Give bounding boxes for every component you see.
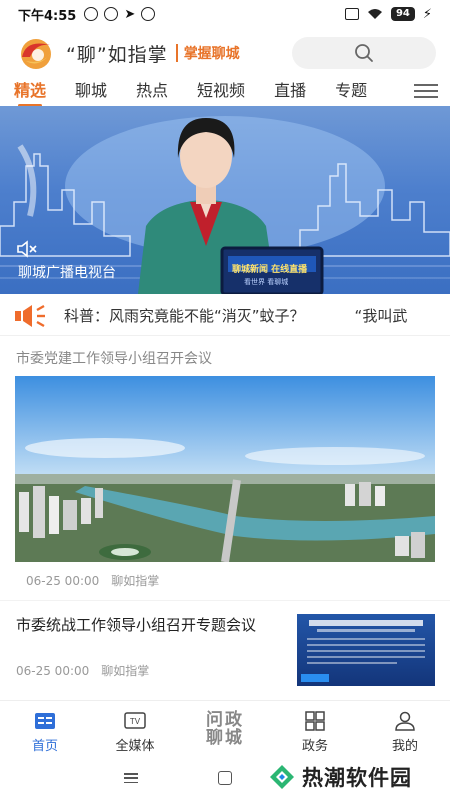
svg-text:TV: TV (130, 717, 141, 726)
article-source: 聊如指掌 (101, 664, 150, 678)
nav-label: 首页 (31, 739, 58, 754)
article-meta: 06-25 00:00 聊如指掌 (26, 572, 159, 589)
tab-hot[interactable]: 热点 (136, 79, 168, 105)
watermark-text: 热潮软件园 (302, 766, 412, 790)
status-notification-icons: ➤ (84, 6, 156, 22)
nav-center-line: 问政 (206, 709, 244, 730)
bottom-navigation: 首页 TV 全媒体 问政 聊城 政务 我的 (0, 700, 450, 756)
app-slogan: 掌握聊城 (183, 46, 240, 62)
app-header: “聊”如指掌 掌握聊城 (0, 30, 450, 76)
wifi-icon (367, 9, 382, 19)
ticker-headline[interactable]: 科普：风雨究竟能不能“消灭”蚊子？ (64, 305, 305, 326)
article-date: 06-25 00:00 (26, 574, 100, 588)
article-date: 06-25 00:00 (16, 664, 90, 678)
nav-label: 政务 (301, 739, 328, 754)
news-icon (35, 713, 55, 729)
live-video-banner[interactable]: 聊城新闻 在线直播 看世界 看聊城 聊城广播电视台 (0, 106, 450, 294)
menu-icon (414, 84, 438, 86)
city-aerial-photo (15, 376, 435, 562)
user-icon (395, 711, 415, 731)
app-logo-icon (21, 39, 52, 69)
nav-home[interactable]: 首页 (0, 701, 90, 756)
article-meta: 06-25 00:00 聊如指掌 (16, 662, 149, 679)
news-screen-thumbnail (301, 620, 425, 682)
monitor-subtext: 看世界 看聊城 (244, 278, 289, 286)
channel-menu-button[interactable] (414, 84, 438, 98)
watermark-logo-icon (270, 765, 294, 789)
app-name: “聊”如指掌 (66, 43, 168, 66)
tab-liaocheng[interactable]: 聊城 (75, 79, 107, 105)
watermark: 热潮软件园 (268, 762, 412, 792)
tab-featured[interactable]: 精选 (14, 79, 46, 107)
article-source: 聊如指掌 (111, 574, 160, 588)
nav-wenzheng-liaocheng[interactable]: 问政 聊城 (180, 701, 270, 756)
nav-label: 我的 (391, 739, 418, 754)
notification-icon (104, 7, 119, 21)
tab-topics[interactable]: 专题 (335, 79, 367, 105)
status-bar: 下午4:55 ➤ 94 ⚡ (0, 0, 450, 28)
news-ticker[interactable]: 科普：风雨究竟能不能“消灭”蚊子？ “我叫武 (0, 296, 450, 336)
channel-tabs: 精选 聊城 热点 短视频 直播 专题 (0, 78, 450, 107)
tab-short-video[interactable]: 短视频 (197, 79, 245, 105)
article-image[interactable] (15, 376, 435, 562)
divider (175, 44, 178, 62)
search-icon (355, 44, 373, 62)
home-button[interactable] (218, 771, 232, 785)
nav-label: 全媒体 (115, 739, 155, 754)
search-button[interactable] (292, 37, 436, 69)
tab-live[interactable]: 直播 (274, 79, 306, 105)
notification-icon (84, 7, 99, 21)
tv-icon: TV (124, 712, 146, 729)
speaker-icon (15, 304, 45, 327)
ticker-next-headline[interactable]: “我叫武 (355, 305, 408, 326)
nav-profile[interactable]: 我的 (360, 701, 450, 756)
status-time: 下午4:55 (18, 8, 77, 24)
mute-icon[interactable] (16, 240, 38, 258)
grid-icon (305, 711, 325, 731)
nav-government[interactable]: 政务 (270, 701, 360, 756)
notification-icon (141, 7, 156, 21)
article-thumbnail[interactable] (297, 614, 435, 686)
location-icon: ➤ (124, 6, 136, 22)
banner-caption: 聊城广播电视台 (18, 265, 116, 281)
monitor-text: 聊城新闻 在线直播 (232, 265, 308, 275)
divider (0, 600, 450, 601)
sim-icon (344, 8, 359, 20)
charging-icon: ⚡ (422, 6, 432, 22)
article-title[interactable]: 市委党建工作领导小组召开会议 (16, 348, 212, 368)
recent-apps-button[interactable] (124, 773, 138, 783)
nav-all-media[interactable]: TV 全媒体 (90, 701, 180, 756)
battery-icon: 94 (390, 7, 415, 21)
nav-center-line: 聊城 (206, 727, 244, 748)
article-title[interactable]: 市委统战工作领导小组召开专题会议 (16, 614, 280, 636)
